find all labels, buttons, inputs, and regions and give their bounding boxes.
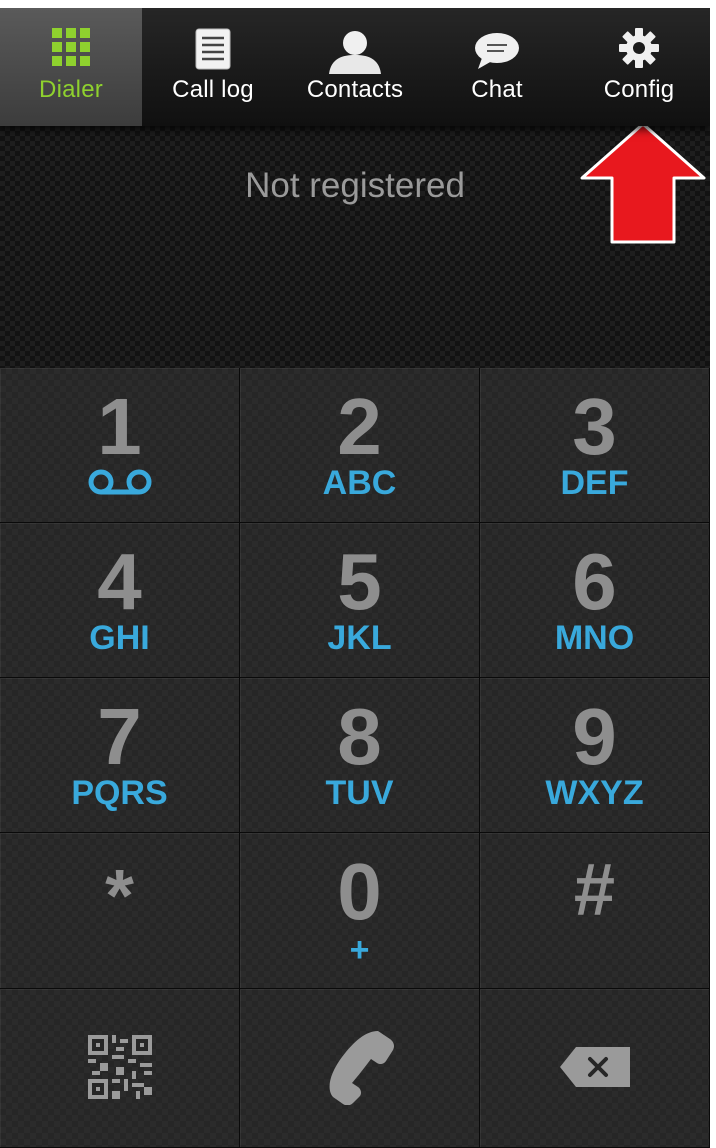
tab-label: Chat bbox=[471, 76, 523, 103]
gear-icon bbox=[619, 28, 659, 73]
backspace-icon bbox=[559, 1047, 630, 1092]
tab-label: Call log bbox=[172, 76, 254, 103]
key-4[interactable]: 4 GHI bbox=[0, 523, 240, 678]
key-digit: 8 bbox=[337, 692, 382, 781]
key-letters: TUV bbox=[325, 774, 394, 812]
chat-bubble-icon bbox=[474, 32, 520, 75]
tab-config[interactable]: Config bbox=[568, 8, 710, 126]
top-tab-bar: Dialer Call log Contacts Chat Config bbox=[0, 8, 710, 126]
key-letters: JKL bbox=[327, 619, 392, 657]
tab-label: Contacts bbox=[306, 76, 404, 103]
tab-contacts[interactable]: Contacts bbox=[284, 8, 426, 126]
key-star[interactable]: * bbox=[0, 833, 240, 989]
key-letters: GHI bbox=[89, 619, 150, 657]
key-digit: 5 bbox=[337, 537, 382, 626]
qr-code-icon bbox=[87, 1035, 152, 1104]
key-digit: 9 bbox=[572, 692, 617, 781]
key-letters: ABC bbox=[322, 464, 397, 502]
key-letters: PQRS bbox=[71, 774, 168, 812]
tab-dialer[interactable]: Dialer bbox=[0, 8, 142, 126]
key-digit: 2 bbox=[337, 382, 382, 471]
key-9[interactable]: 9 WXYZ bbox=[480, 678, 710, 833]
key-digit: 0 bbox=[337, 847, 382, 936]
key-letters: DEF bbox=[560, 464, 629, 502]
dial-keypad: 1 2 ABC 3 DEF 4 GHI 5 JKL 6 MNO 7 PQRS 8… bbox=[0, 368, 710, 1148]
tab-call-log[interactable]: Call log bbox=[142, 8, 284, 126]
qr-code-button[interactable] bbox=[0, 989, 240, 1148]
key-5[interactable]: 5 JKL bbox=[240, 523, 480, 678]
key-letters: + bbox=[349, 931, 370, 969]
key-6[interactable]: 6 MNO bbox=[480, 523, 710, 678]
dialer-screen: Dialer Call log Contacts Chat Config Not… bbox=[0, 8, 710, 1148]
key-digit: # bbox=[573, 848, 616, 931]
key-1[interactable]: 1 bbox=[0, 368, 240, 523]
key-letters: MNO bbox=[554, 619, 635, 657]
key-0[interactable]: 0 + bbox=[240, 833, 480, 989]
key-8[interactable]: 8 TUV bbox=[240, 678, 480, 833]
key-digit: 4 bbox=[97, 537, 142, 626]
tab-label: Config bbox=[603, 76, 675, 103]
key-digit: 6 bbox=[572, 537, 617, 626]
tab-chat[interactable]: Chat bbox=[426, 8, 568, 126]
key-hash[interactable]: # bbox=[480, 833, 710, 989]
tab-label: Dialer bbox=[39, 76, 103, 103]
key-digit: 1 bbox=[97, 382, 142, 471]
grid-icon bbox=[52, 28, 90, 71]
red-arrow-annotation bbox=[580, 122, 706, 249]
phone-call-icon bbox=[320, 1025, 400, 1110]
key-digit: 7 bbox=[97, 692, 142, 781]
key-7[interactable]: 7 PQRS bbox=[0, 678, 240, 833]
key-letters: WXYZ bbox=[545, 774, 644, 812]
voicemail-icon bbox=[87, 468, 153, 501]
key-digit: 3 bbox=[572, 382, 617, 471]
key-3[interactable]: 3 DEF bbox=[480, 368, 710, 523]
call-button[interactable] bbox=[240, 989, 480, 1148]
list-icon bbox=[195, 28, 231, 75]
key-digit: * bbox=[105, 854, 134, 937]
key-2[interactable]: 2 ABC bbox=[240, 368, 480, 523]
backspace-button[interactable] bbox=[480, 989, 710, 1148]
person-icon bbox=[327, 30, 383, 79]
